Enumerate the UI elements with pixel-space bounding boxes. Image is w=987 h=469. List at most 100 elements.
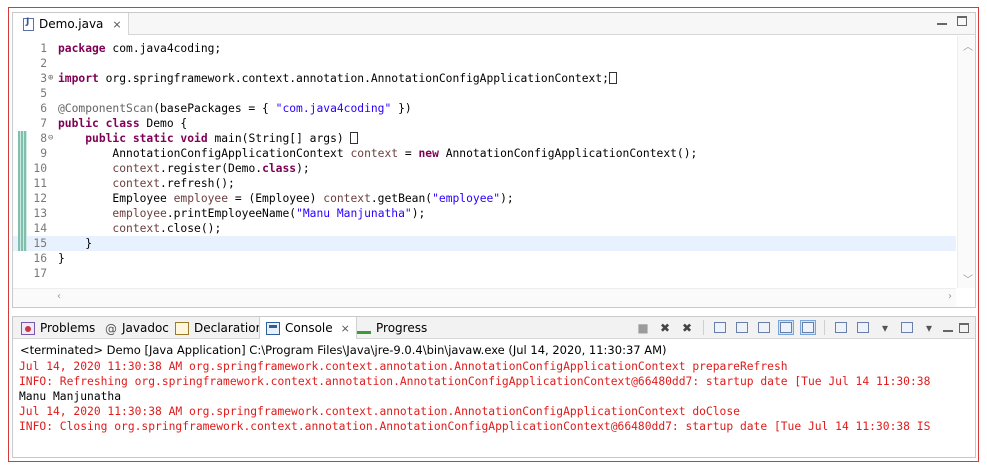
line-number: 16 [33,252,47,265]
tab-problems[interactable]: Problems [21,317,95,339]
tab-label: Declaration [194,321,264,335]
code-text: } [58,237,93,250]
pin-console-icon[interactable] [833,320,849,335]
collapse-fold-icon[interactable]: ⊖ [48,131,57,146]
code-text: context.register(Demo.class); [112,162,310,175]
line-number: 9 [40,147,47,160]
code-text: public static void main(String[] args) [58,131,359,146]
line-number: 17 [33,267,47,280]
editor-tab-demo-java[interactable]: Demo.java ⨯ [13,13,129,35]
code-line[interactable]: 3 ⊕ import org.springframework.context.ann… [13,71,956,86]
console-line: Jul 14, 2020 11:30:38 AM org.springframe… [19,360,788,373]
bottom-panel: Problems @ Javadoc Declaration Console ⨯… [12,316,976,458]
vertical-scrollbar[interactable]: ︿ ﹀ [957,36,975,288]
horizontal-scrollbar[interactable]: ‹ › [13,288,956,307]
code-line[interactable]: 6 @ComponentScan(basePackages = { "com.ja… [13,101,956,116]
terminate-icon[interactable]: ■ [635,320,651,335]
code-line[interactable]: 1 package com.java4coding; [13,41,956,56]
code-text: package com.java4coding; [58,42,222,55]
code-line[interactable]: 13 employee.printEmployeeName("Manu Manj… [13,206,956,221]
change-marker [18,221,27,236]
code-area[interactable]: 1 package com.java4coding; 2 3 ⊕ import org.s… [13,36,956,288]
code-line[interactable]: 7 public class Demo { [13,116,956,131]
tab-label: Console [285,321,333,335]
javadoc-icon: @ [105,321,117,336]
editor-tab-bar: Demo.java ⨯ [13,13,975,35]
close-icon[interactable]: ⨯ [112,18,121,31]
chevron-down-icon[interactable]: ▾ [877,320,893,335]
tab-label: Javadoc [122,321,169,335]
code-text: Employee employee = (Employee) context.g… [58,192,514,205]
line-number: 6 [40,102,47,115]
scroll-down-icon[interactable]: ﹀ [963,271,973,286]
close-icon[interactable]: ⨯ [341,322,350,335]
tab-javadoc[interactable]: @ Javadoc [105,317,169,339]
line-number: 14 [33,222,47,235]
code-line[interactable]: 16} [13,251,956,266]
panel-tab-bar: Problems @ Javadoc Declaration Console ⨯… [13,317,975,339]
tab-progress[interactable]: Progress [357,317,427,339]
code-line[interactable]: 12 Employee employee = (Employee) contex… [13,191,956,206]
line-number: 7 [40,117,47,130]
maximize-icon[interactable] [959,322,969,333]
console-output[interactable]: Jul 14, 2020 11:30:38 AM org.springframe… [19,359,975,457]
line-number: 8 [40,132,47,145]
remove-launch-icon[interactable]: ✖ [657,320,673,335]
change-marker [18,206,27,221]
line-number: 12 [33,192,47,205]
clear-console-icon[interactable] [712,320,728,335]
progress-icon [357,325,371,334]
tab-label: Problems [40,321,96,335]
code-line[interactable]: 2 [13,56,956,71]
code-text: context.close(); [112,222,222,235]
console-toolbar: ■ ✖ ✖ ▾ ▾ [635,320,969,335]
code-line[interactable]: 14 context.close(); [13,221,956,236]
show-on-stdout-icon[interactable] [778,320,794,335]
maximize-icon[interactable] [957,16,967,26]
line-number: 1 [40,42,47,55]
scroll-left-icon[interactable]: ‹ [57,291,61,302]
line-number: 15 [33,237,47,250]
line-number: 10 [33,162,47,175]
code-text: AnnotationConfigApplicationContext conte… [58,147,698,160]
toolbar-separator [824,320,825,335]
code-line[interactable]: 5 [13,86,956,101]
line-number: 3 [40,72,47,85]
code-line[interactable]: 17 [13,266,956,281]
java-editor: Demo.java ⨯ 1 package com.java4coding;23⊕… [12,12,976,308]
declaration-icon [175,321,189,335]
chevron-down-icon[interactable]: ▾ [921,320,937,335]
console-line: Manu Manjunatha [19,390,122,403]
problems-icon [21,321,35,335]
tab-label: Progress [376,321,428,335]
word-wrap-icon[interactable] [756,320,772,335]
show-on-stderr-icon[interactable] [800,320,816,335]
change-marker [18,191,27,206]
code-line[interactable]: 11 context.refresh(); [13,176,956,191]
open-console-icon[interactable] [899,320,915,335]
change-marker [18,176,27,191]
line-number: 11 [33,177,47,190]
expand-fold-icon[interactable]: ⊕ [48,71,57,86]
tab-declaration[interactable]: Declaration [175,317,263,339]
code-line[interactable]: 15 } [13,236,956,251]
display-selected-console-icon[interactable] [855,320,871,335]
code-line[interactable]: 9 AnnotationConfigApplicationContext con… [13,146,956,161]
line-number: 13 [33,207,47,220]
scroll-lock-icon[interactable] [734,320,750,335]
code-line[interactable]: 8 ⊖ public static void main(String[] args… [13,131,956,146]
minimize-icon[interactable] [937,15,947,25]
remove-all-terminated-icon[interactable]: ✖ [679,320,695,335]
code-text: employee.printEmployeeName("Manu Manjuna… [112,207,426,220]
toolbar-separator [703,320,704,335]
code-line[interactable]: 10 context.register(Demo.class); [13,161,956,176]
change-marker [18,131,27,146]
scroll-up-icon[interactable]: ︿ [963,38,973,53]
code-text: context.refresh(); [112,177,235,190]
console-icon [266,321,280,335]
line-number: 5 [40,87,47,100]
scroll-right-icon[interactable]: › [948,291,952,302]
minimize-icon[interactable] [943,322,953,332]
console-line: Jul 14, 2020 11:30:38 AM org.springframe… [19,405,740,418]
tab-console[interactable]: Console ⨯ [259,317,357,339]
